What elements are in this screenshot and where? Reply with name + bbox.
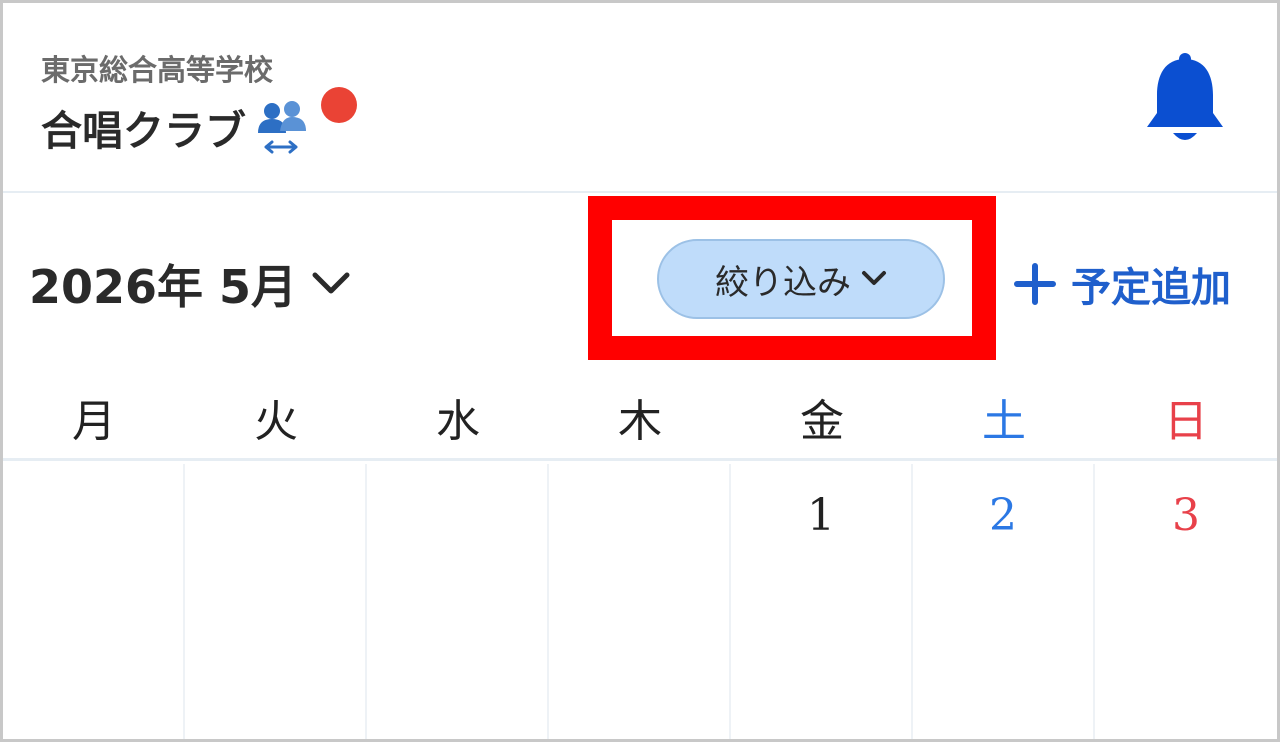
people-swap-icon[interactable]	[254, 97, 312, 157]
weekday-wed: 水	[436, 396, 480, 447]
plus-icon	[1014, 263, 1056, 305]
day-cell[interactable]	[549, 464, 731, 739]
add-event-button[interactable]: 予定追加	[1013, 255, 1231, 313]
add-event-label: 予定追加	[1071, 265, 1231, 311]
bell-icon[interactable]	[1143, 51, 1227, 151]
weekday-thu: 木	[618, 396, 662, 447]
day-number: 2	[989, 490, 1017, 541]
club-name[interactable]: 合唱クラブ	[41, 97, 246, 157]
calendar-grid: 1 2 3	[3, 464, 1277, 739]
day-cell[interactable]	[367, 464, 549, 739]
app-frame: 東京総合高等学校 合唱クラブ 2026年 5月 絞り込み 予定追加 月 火 水 …	[0, 0, 1280, 742]
weekday-tue: 火	[254, 396, 298, 447]
school-name: 東京総合高等学校	[41, 53, 274, 87]
header: 東京総合高等学校 合唱クラブ	[3, 3, 1277, 193]
weekday-header: 月 火 水 木 金 土 日	[3, 385, 1277, 461]
weekday-sat: 土	[982, 396, 1026, 447]
chevron-down-icon[interactable]	[311, 269, 351, 299]
day-cell[interactable]: 1	[731, 464, 913, 739]
month-label[interactable]: 2026年 5月	[29, 251, 297, 317]
highlight-box	[588, 196, 996, 360]
day-number: 3	[1171, 490, 1200, 541]
notification-badge	[321, 87, 357, 123]
weekday-mon: 月	[72, 396, 116, 447]
weekday-fri: 金	[800, 396, 844, 447]
club-row[interactable]: 合唱クラブ	[41, 97, 312, 157]
weekday-sun: 日	[1164, 396, 1208, 447]
month-selector[interactable]: 2026年 5月	[29, 251, 351, 317]
day-cell[interactable]: 3	[1095, 464, 1277, 739]
day-cell[interactable]	[3, 464, 185, 739]
day-cell[interactable]: 2	[913, 464, 1095, 739]
day-cell[interactable]	[185, 464, 367, 739]
day-number: 1	[807, 490, 835, 541]
